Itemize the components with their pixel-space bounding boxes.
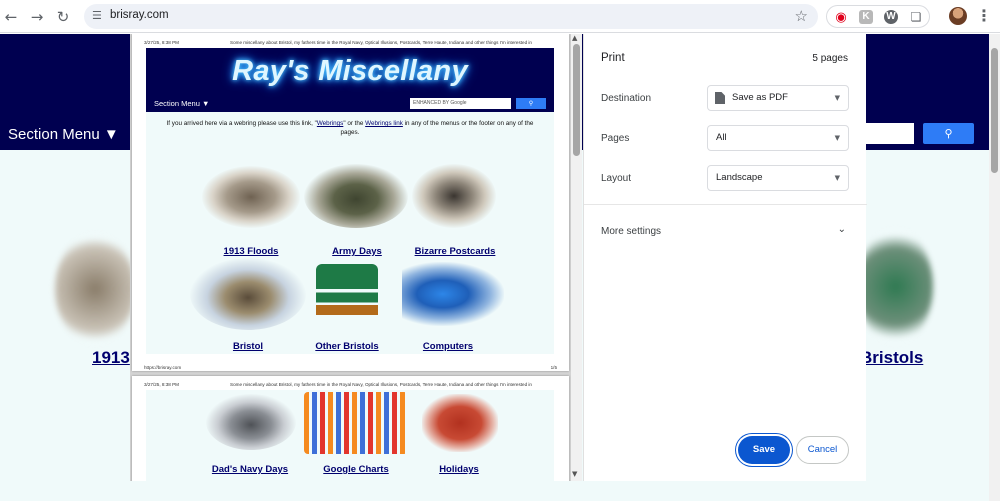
sheet-footer-url: https://brisray.com <box>144 365 182 370</box>
browser-toolbar: ← → ↻ ☰ brisray.com ☆ ◉ K W ❏ ⋮ <box>0 0 1000 33</box>
holidays-link: Holidays <box>439 464 479 475</box>
webrings-link: Webrings <box>316 120 344 127</box>
mini-search-button: ⚲ <box>516 98 546 109</box>
forward-button[interactable]: → <box>26 6 48 28</box>
k-extension-icon[interactable]: K <box>859 10 873 24</box>
search-icon: ⚲ <box>528 100 534 107</box>
extensions-group: ◉ K W ❏ <box>826 5 930 28</box>
sheet-date: 3/27/25, 8:38 PM <box>144 40 179 45</box>
preview-sheet-1: 3/27/25, 8:38 PM Some miscellany about B… <box>132 34 569 371</box>
floods-thumbnail <box>202 166 300 228</box>
chevron-down-icon: ▼ <box>834 174 840 182</box>
pages-label: Pages <box>601 133 630 144</box>
url-text: brisray.com <box>110 9 169 21</box>
section-menu[interactable]: Section Menu ▼ <box>8 126 119 143</box>
other-bristols-link: Other Bristols <box>315 341 379 352</box>
navy-days-thumbnail <box>206 394 296 450</box>
site-search-input[interactable] <box>866 123 914 144</box>
sheet-content: Ray's Miscellany Section Menu ▼ ENHANCED… <box>146 48 554 354</box>
save-button[interactable]: Save <box>738 436 790 464</box>
site-title: Ray's Miscellany <box>232 55 468 87</box>
preview-sheet-2: 3/27/25, 8:38 PM Some miscellany about B… <box>132 376 569 481</box>
army-days-link: Army Days <box>332 246 382 257</box>
more-settings-toggle[interactable]: More settings <box>601 226 661 237</box>
scroll-down-icon[interactable]: ▼ <box>572 470 577 478</box>
puzzle-extensions-icon[interactable]: ❏ <box>909 10 923 24</box>
bristol-link: Bristol <box>232 341 264 352</box>
other-bristols-thumbnail <box>316 264 378 326</box>
print-preview: 3/27/25, 8:38 PM Some miscellany about B… <box>130 34 582 481</box>
pages-select[interactable]: All ▼ <box>707 125 849 151</box>
army-days-thumbnail <box>304 164 408 228</box>
mini-section-menu-label: Section Menu <box>154 99 200 108</box>
reload-icon: ↻ <box>56 8 70 26</box>
print-title: Print <box>601 52 625 64</box>
floods-image <box>55 234 135 344</box>
destination-select[interactable]: Save as PDF ▼ <box>707 85 849 111</box>
page-count: 5 pages <box>812 53 848 64</box>
scroll-up-icon[interactable]: ▲ <box>572 34 577 42</box>
arrow-left-icon: ← <box>4 8 18 26</box>
arrow-right-icon: → <box>30 8 44 26</box>
page-scrollbar[interactable] <box>989 34 1000 501</box>
cancel-button[interactable]: Cancel <box>796 436 849 464</box>
profile-avatar[interactable] <box>949 7 967 25</box>
bookmark-star-icon[interactable]: ☆ <box>795 7 808 25</box>
mini-section-menu: Section Menu ▼ <box>154 99 210 108</box>
pages-value: All <box>716 132 727 143</box>
destination-label: Destination <box>601 93 652 104</box>
browser-menu-icon[interactable]: ⋮ <box>976 6 992 25</box>
sheet-content: Dad's Navy Days Google Charts Holidays <box>146 390 554 481</box>
w-extension-icon[interactable]: W <box>884 10 898 24</box>
notice-text-b: " or the <box>343 120 366 127</box>
sheet-description: Some miscellany about Bristol, my father… <box>230 382 532 387</box>
computers-thumbnail <box>402 262 504 326</box>
bizarre-postcards-thumbnail <box>412 164 496 228</box>
sheet-description: Some miscellany about Bristol, my father… <box>230 40 532 45</box>
floods-link: 1913 Floods <box>223 246 279 257</box>
google-charts-link: Google Charts <box>323 464 389 475</box>
site-search-button[interactable]: ⚲ <box>923 123 974 144</box>
mini-search-input: ENHANCED BY Google <box>410 98 511 109</box>
bizarre-postcards-link: Bizarre Postcards <box>414 246 496 257</box>
chevron-down-icon: ▼ <box>834 94 840 102</box>
webrings-link-2: Webrings link <box>365 120 403 127</box>
other-bristols-image <box>858 229 933 344</box>
preview-scrollbar[interactable]: ▲ ▼ <box>571 34 582 481</box>
layout-label: Layout <box>601 173 632 184</box>
address-bar[interactable]: ☰ brisray.com ☆ <box>84 4 818 29</box>
sheet-page-number: 1/5 <box>550 365 557 370</box>
layout-value: Landscape <box>716 172 763 183</box>
computers-link: Computers <box>422 341 474 352</box>
layout-select[interactable]: Landscape ▼ <box>707 165 849 191</box>
search-icon: ⚲ <box>944 127 953 140</box>
floods-link[interactable]: 1913 <box>92 348 130 368</box>
back-button[interactable]: ← <box>0 6 22 28</box>
reload-button[interactable]: ↻ <box>52 6 74 28</box>
chevron-down-icon[interactable]: ⌄ <box>838 224 846 235</box>
opera-extension-icon[interactable]: ◉ <box>834 10 848 24</box>
document-icon <box>715 92 725 104</box>
notice-text-a: If you arrived here via a webring please… <box>166 120 317 127</box>
preview-scrollbar-thumb[interactable] <box>573 44 580 156</box>
webring-notice: If you arrived here via a webring please… <box>166 120 534 137</box>
site-settings-icon[interactable]: ☰ <box>92 9 106 23</box>
holidays-thumbnail <box>422 394 498 452</box>
page-scrollbar-thumb[interactable] <box>991 48 998 173</box>
section-menu-label: Section Menu <box>8 126 100 143</box>
bristol-thumbnail <box>190 258 306 330</box>
other-bristols-link[interactable]: Bristols <box>860 348 923 368</box>
divider <box>584 204 867 205</box>
google-charts-thumbnail <box>304 392 408 454</box>
mini-site-header: Ray's Miscellany Section Menu ▼ ENHANCED… <box>146 48 554 112</box>
destination-value: Save as PDF <box>732 92 788 103</box>
navy-days-link: Dad's Navy Days <box>211 464 289 475</box>
chevron-down-icon: ▼ <box>834 134 840 142</box>
print-settings-panel: Print 5 pages Destination Save as PDF ▼ … <box>583 34 867 481</box>
sheet-date: 3/27/25, 8:38 PM <box>144 382 179 387</box>
